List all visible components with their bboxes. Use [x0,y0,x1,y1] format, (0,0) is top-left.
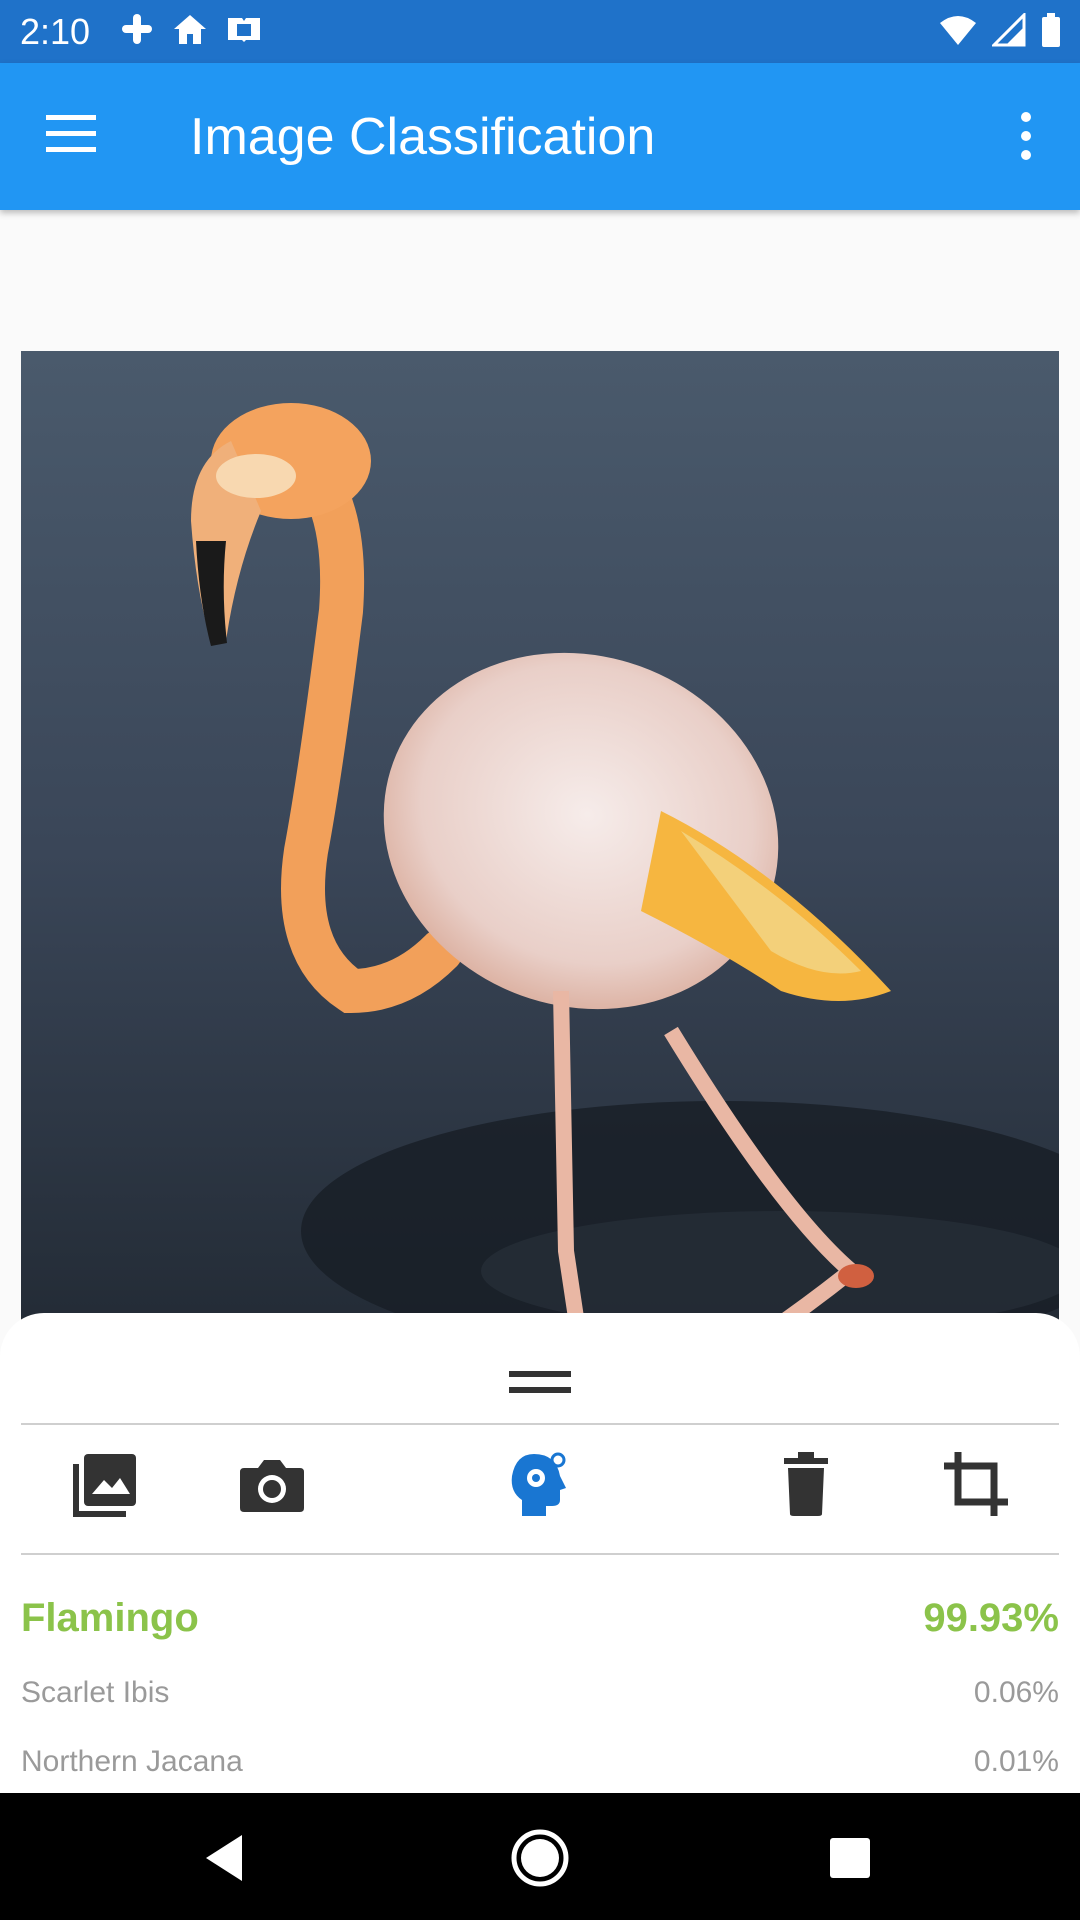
camera-icon[interactable] [236,1448,308,1520]
top-result-label: Flamingo [21,1595,199,1640]
result-row: Scarlet Ibis 0.06% [21,1668,1059,1718]
result-confidence: 0.01% [973,1745,1059,1778]
bottom-sheet: Flamingo 99.93% Scarlet Ibis 0.06% North… [0,1313,1080,1793]
app-bar: Image Classification [0,63,1080,210]
kindle-icon [226,14,262,49]
battery-icon [1040,12,1062,53]
top-result-row: Flamingo 99.93% [21,1588,1059,1648]
home-icon [170,12,210,51]
slack-icon [120,12,154,51]
back-icon[interactable] [190,1823,260,1893]
result-confidence: 0.06% [973,1676,1059,1709]
drag-handle[interactable] [509,1369,571,1397]
classify-brain-icon[interactable] [504,1448,576,1520]
app-title: Image Classification [190,108,656,166]
result-row: Northern Jacana 0.01% [21,1737,1059,1787]
delete-icon[interactable] [770,1448,842,1520]
result-label: Northern Jacana [21,1745,243,1778]
crop-icon[interactable] [940,1448,1012,1520]
divider [21,1423,1059,1425]
gallery-icon[interactable] [70,1448,142,1520]
status-bar: 2:10 [0,0,1080,63]
system-icons [938,11,1062,53]
result-label: Scarlet Ibis [21,1676,170,1709]
wifi-icon [938,13,978,52]
signal-icon [990,11,1026,52]
classified-image [21,351,1059,1351]
recents-icon[interactable] [815,1823,885,1893]
divider [21,1553,1059,1555]
top-result-confidence: 99.93% [923,1595,1059,1640]
home-circle-icon[interactable] [505,1823,575,1893]
hamburger-menu-icon[interactable] [44,111,100,157]
more-vert-icon[interactable] [1016,111,1036,161]
navigation-bar [0,1793,1080,1920]
status-time: 2:10 [20,10,91,52]
notification-icons [120,12,262,51]
